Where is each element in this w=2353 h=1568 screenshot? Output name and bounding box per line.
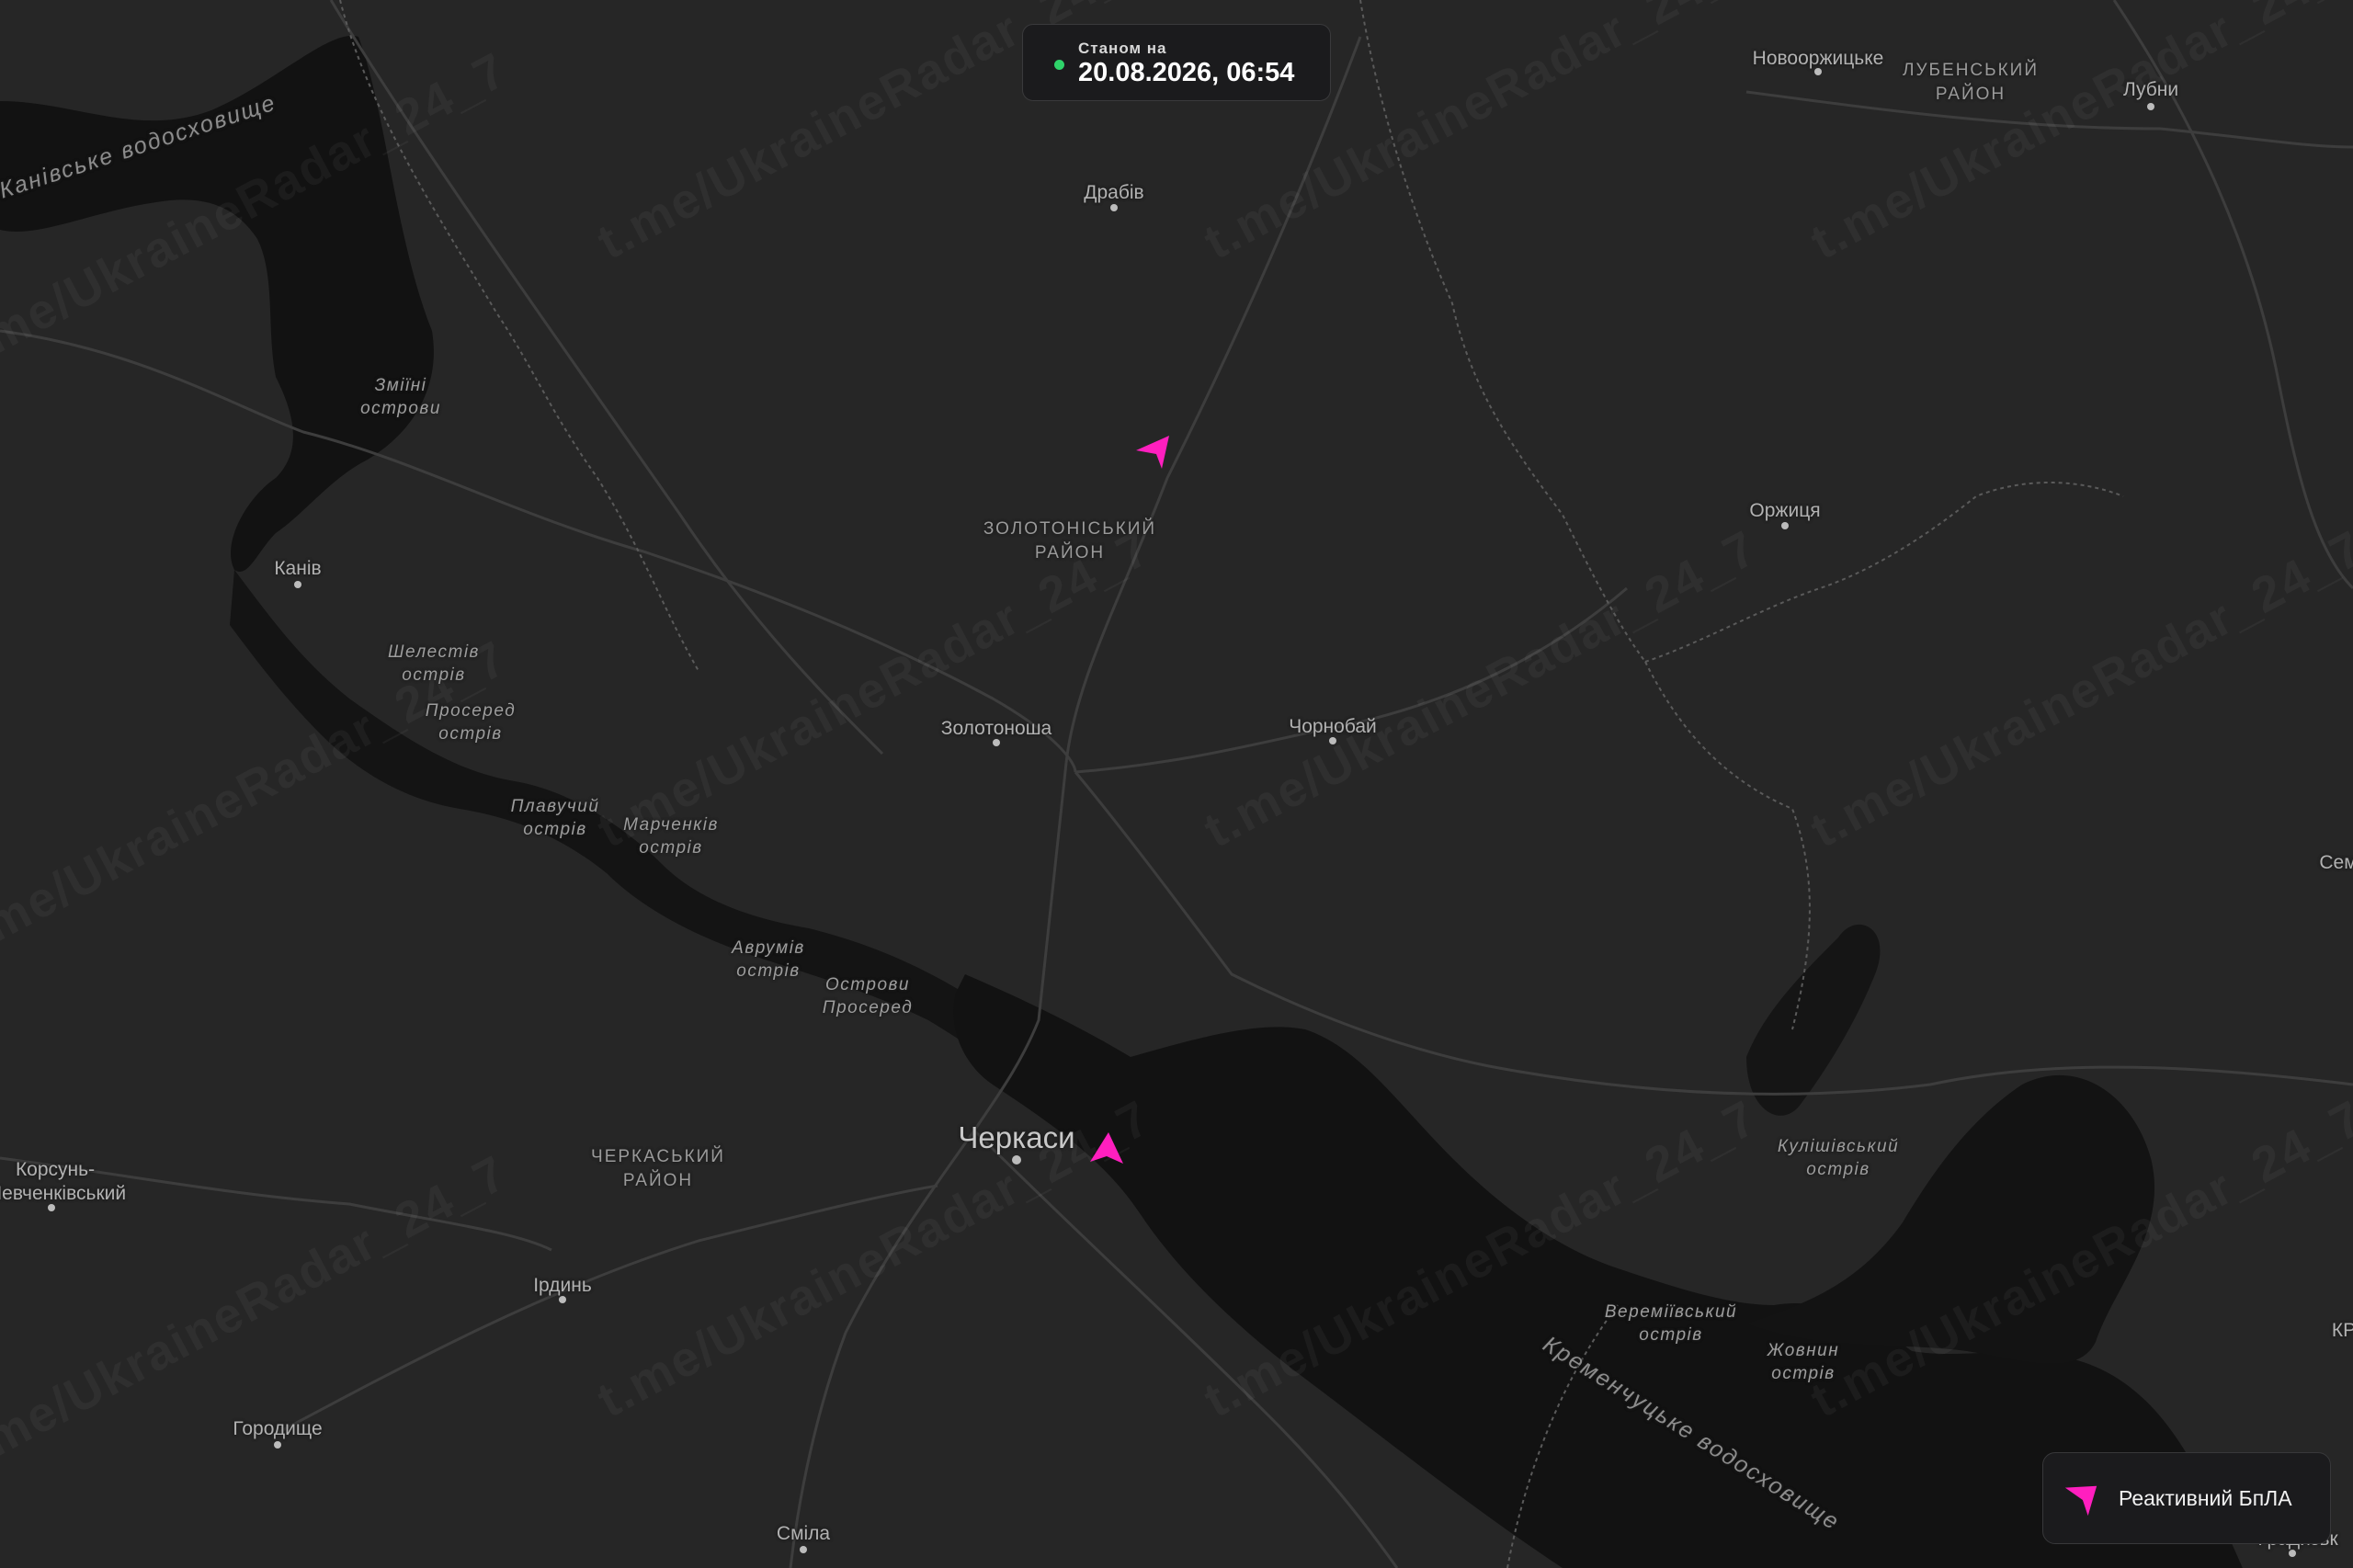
town-dot	[1110, 204, 1118, 211]
island-label: Аврумів острів	[732, 938, 805, 981]
town-dot	[1329, 737, 1336, 744]
town-dot	[294, 581, 301, 588]
town-label[interactable]: Новооржицьке	[1753, 48, 1884, 70]
town-label[interactable]: КР	[2332, 1320, 2353, 1342]
island-label: Зміїні острови	[360, 376, 441, 418]
jet-drone-icon[interactable]	[1132, 432, 1173, 472]
jet-drone-icon	[2064, 1485, 2097, 1517]
jet-drone-icon[interactable]	[1086, 1129, 1127, 1169]
town-label[interactable]: Драбів	[1084, 182, 1143, 204]
island-label: Вереміївський острів	[1604, 1302, 1738, 1345]
status-caption: Станом на	[1078, 40, 1167, 57]
town-label[interactable]: Канів	[274, 558, 321, 580]
town-label[interactable]: Чорнобай	[1289, 716, 1377, 738]
town-label[interactable]: Золотоноша	[941, 718, 1051, 740]
legend-item-label: Реактивний БпЛА	[2119, 1486, 2292, 1510]
town-label[interactable]: Ірдинь	[533, 1275, 592, 1297]
town-dot	[993, 739, 1000, 746]
island-label: Жовнин острів	[1767, 1341, 1840, 1383]
city-label[interactable]: Черкаси	[958, 1120, 1074, 1155]
island-label: Острови Просеред	[822, 975, 914, 1017]
city-dot	[1012, 1155, 1021, 1165]
map-canvas[interactable]: t.me/UkraineRadar_24_7 t.me/UkraineRadar…	[0, 0, 2353, 1568]
town-label[interactable]: Корсунь- Шевченківський	[0, 1158, 126, 1206]
district-label: ЧЕРКАСЬКИЙ РАЙОН	[591, 1147, 725, 1190]
district-label: ЛУБЕНСЬКИЙ РАЙОН	[1903, 61, 2039, 104]
island-label: Просеред острів	[425, 701, 517, 744]
town-dot	[2147, 103, 2154, 110]
town-dot	[2289, 1550, 2296, 1557]
town-label[interactable]: Оржиця	[1749, 500, 1820, 522]
live-indicator-icon	[1054, 60, 1064, 70]
town-label[interactable]: Городище	[233, 1418, 322, 1440]
town-label[interactable]: Лубни	[2123, 79, 2178, 101]
town-dot	[274, 1441, 281, 1449]
town-label[interactable]: Сем	[2319, 852, 2353, 874]
town-dot	[559, 1296, 566, 1303]
status-timestamp: 20.08.2026, 06:54	[1078, 58, 1295, 87]
map-base	[0, 0, 2353, 1568]
legend-panel: Реактивний БпЛА	[2042, 1452, 2331, 1544]
district-label: ЗОЛОТОНІСЬКИЙ РАЙОН	[983, 519, 1157, 562]
status-panel: Станом на 20.08.2026, 06:54	[1022, 24, 1331, 101]
town-dot	[1781, 522, 1789, 529]
island-label: Плавучий острів	[510, 797, 600, 839]
island-label: Марченків острів	[623, 815, 719, 858]
island-label: Кулішівський острів	[1777, 1137, 1900, 1179]
town-label[interactable]: Сміла	[777, 1523, 830, 1545]
island-label: Шелестів острів	[388, 642, 480, 685]
town-dot	[800, 1546, 807, 1553]
